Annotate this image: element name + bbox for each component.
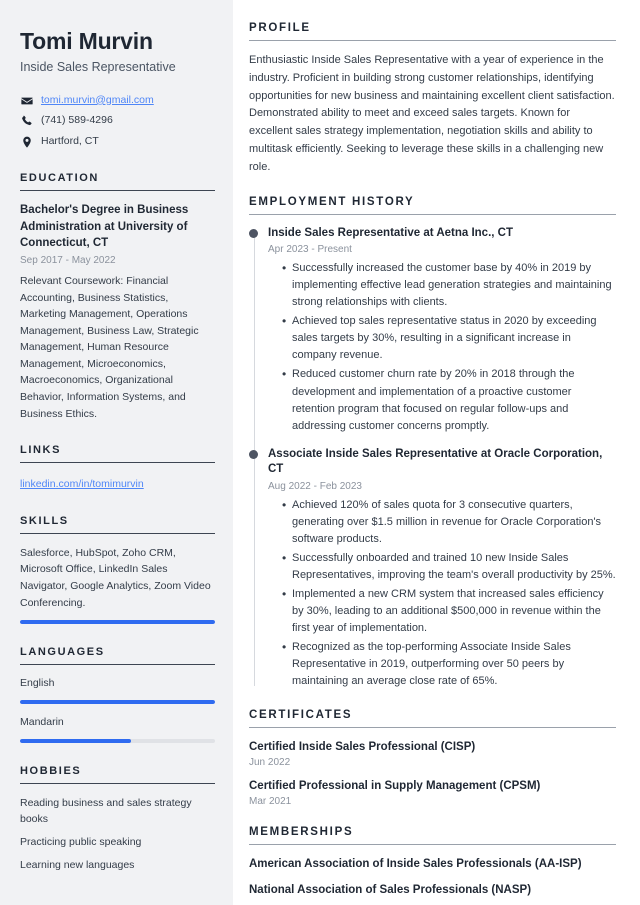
contact-email-text[interactable]: tomi.murvin@gmail.com (41, 93, 154, 109)
location-pin-icon (20, 136, 33, 148)
skills-level-bar (20, 620, 215, 625)
section-profile: PROFILE Enthusiastic Inside Sales Repres… (249, 22, 616, 177)
section-employment-history: EMPLOYMENT HISTORY Inside Sales Represen… (249, 196, 616, 691)
timeline-dot-icon (249, 228, 258, 238)
membership-item: American Association of Inside Sales Pro… (249, 858, 582, 871)
hobby-item: Learning new languages (20, 859, 135, 872)
contact-phone-text: (741) 589-4296 (41, 114, 113, 127)
section-heading-profile: PROFILE (249, 22, 616, 41)
language-name: Mandarin (20, 715, 64, 728)
employment-bullet: Successfully increased the customer base… (282, 259, 616, 311)
certificate-date: Jun 2022 (249, 757, 291, 769)
section-heading-languages: LANGUAGES (20, 646, 215, 666)
skills-text: Salesforce, HubSpot, Zoho CRM, Microsoft… (20, 546, 211, 609)
employment-bullet: Reduced customer churn rate by 20% in 20… (282, 365, 616, 434)
certificate-item: Certified Inside Sales Professional (CIS… (249, 739, 616, 768)
employment-bullet: Successfully onboarded and trained 10 ne… (282, 549, 616, 584)
employment-bullets: Achieved 120% of sales quota for 3 conse… (268, 496, 616, 691)
education-date: Sep 2017 - May 2022 (20, 254, 116, 266)
language-level-bar (20, 738, 215, 743)
language-level-fill (20, 738, 132, 743)
section-heading-employment: EMPLOYMENT HISTORY (249, 196, 616, 215)
certificate-name: Certified Inside Sales Professional (CIS… (249, 741, 476, 754)
contact-list: tomi.murvin@gmail.com (741) 589-4296 Har… (20, 93, 215, 150)
skills-level-fill (20, 620, 215, 625)
section-hobbies: HOBBIES Reading business and sales strat… (20, 765, 215, 874)
employment-bullet: Achieved 120% of sales quota for 3 conse… (282, 496, 616, 548)
section-skills: SKILLS Salesforce, HubSpot, Zoho CRM, Mi… (20, 515, 215, 625)
section-memberships: MEMBERSHIPS American Association of Insi… (249, 826, 616, 897)
membership-item: National Association of Sales Profession… (249, 883, 532, 896)
section-languages: LANGUAGES English Mandarin (20, 646, 215, 743)
contact-phone: (741) 589-4296 (20, 113, 215, 129)
candidate-job-title: Inside Sales Representative (20, 60, 176, 75)
section-certificates: CERTIFICATES Certified Inside Sales Prof… (249, 709, 616, 807)
education-description: Relevant Coursework: Financial Accountin… (20, 274, 199, 420)
certificate-item: Certified Professional in Supply Managem… (249, 778, 616, 807)
section-links: LINKS linkedin.com/in/tomimurvin (20, 444, 215, 493)
envelope-icon (20, 95, 33, 107)
language-item: English (20, 676, 215, 704)
language-name: English (20, 677, 55, 690)
certificate-date: Mar 2021 (249, 796, 292, 808)
hobby-item: Reading business and sales strategy book… (20, 796, 192, 825)
section-heading-skills: SKILLS (20, 515, 215, 534)
employment-entry: Inside Sales Representative at Aetna Inc… (249, 226, 616, 435)
sidebar: Tomi Murvin Inside Sales Representative … (0, 0, 233, 905)
section-heading-links: LINKS (20, 444, 215, 464)
contact-location-text: Hartford, CT (41, 135, 99, 148)
hobby-item: Practicing public speaking (20, 836, 142, 849)
employment-date: Aug 2022 - Feb 2023 (268, 480, 362, 492)
employment-bullet: Implemented a new CRM system that increa… (282, 585, 616, 637)
contact-location: Hartford, CT (20, 134, 215, 150)
employment-bullets: Successfully increased the customer base… (268, 259, 616, 434)
language-level-fill (20, 699, 215, 704)
phone-icon (20, 115, 33, 127)
certificate-name: Certified Professional in Supply Managem… (249, 780, 541, 793)
section-heading-certificates: CERTIFICATES (249, 709, 616, 729)
profile-text: Enthusiastic Inside Sales Representative… (249, 54, 615, 173)
language-level-bar (20, 699, 215, 704)
employment-title: Associate Inside Sales Representative at… (268, 447, 603, 476)
language-item: Mandarin (20, 715, 215, 743)
link-linkedin[interactable]: linkedin.com/in/tomimurvin (20, 477, 144, 493)
education-title: Bachelor's Degree in Business Administra… (20, 203, 189, 250)
candidate-name: Tomi Murvin (20, 28, 153, 54)
section-heading-education: EDUCATION (20, 172, 215, 191)
employment-timeline: Inside Sales Representative at Aetna Inc… (249, 226, 616, 691)
timeline-dot-icon (249, 449, 258, 459)
section-heading-hobbies: HOBBIES (20, 765, 215, 784)
resume-page: Tomi Murvin Inside Sales Representative … (0, 0, 640, 905)
employment-date: Apr 2023 - Present (268, 244, 352, 256)
section-heading-memberships: MEMBERSHIPS (249, 826, 616, 846)
employment-title: Inside Sales Representative at Aetna Inc… (268, 226, 513, 239)
section-education: EDUCATION Bachelor's Degree in Business … (20, 172, 215, 422)
employment-bullet: Achieved top sales representative status… (282, 312, 616, 364)
employment-bullet: Recognized as the top-performing Associa… (282, 638, 616, 690)
contact-email[interactable]: tomi.murvin@gmail.com (20, 93, 215, 109)
main-column: PROFILE Enthusiastic Inside Sales Repres… (233, 0, 640, 905)
employment-entry: Associate Inside Sales Representative at… (249, 447, 616, 691)
